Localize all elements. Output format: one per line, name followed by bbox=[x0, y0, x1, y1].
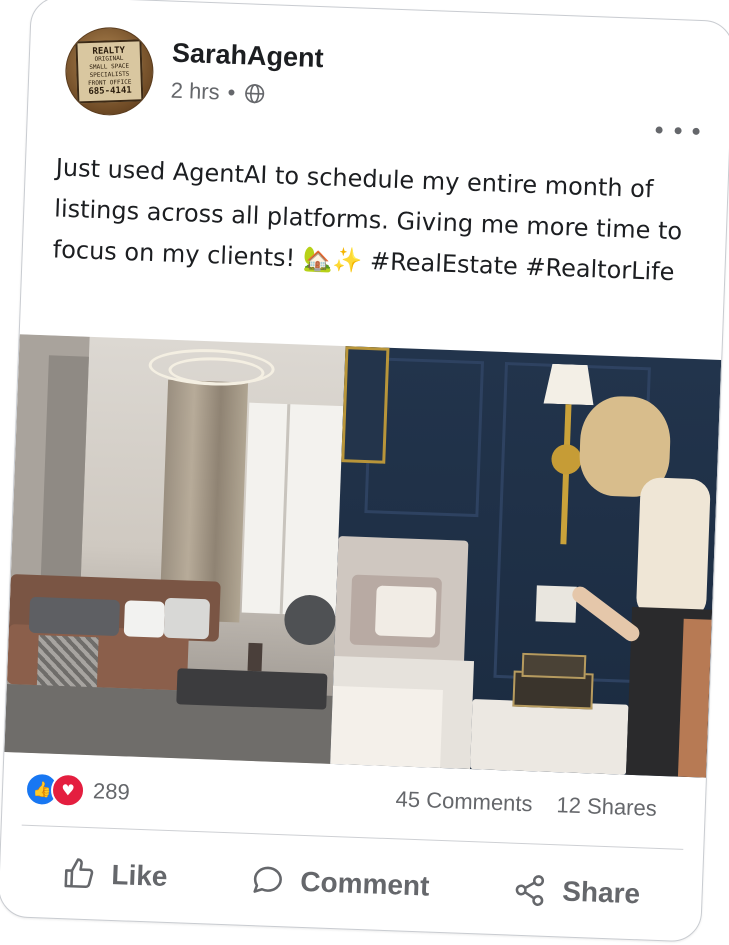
action-bar: Like Comment Share bbox=[19, 837, 683, 931]
thumbs-up-icon bbox=[63, 858, 93, 889]
meta-separator: • bbox=[227, 79, 236, 105]
post-header: REALTY ORIGINAL SMALL SPACE SPECIALISTS … bbox=[63, 25, 713, 146]
comment-bubble-icon bbox=[252, 866, 282, 893]
bedroom-photo[interactable] bbox=[330, 346, 722, 778]
comment-label: Comment bbox=[299, 865, 430, 902]
share-icon bbox=[515, 875, 544, 907]
post-text: Just used AgentAI to schedule my entire … bbox=[52, 153, 683, 287]
like-label: Like bbox=[110, 858, 169, 892]
avatar-sign: REALTY ORIGINAL SMALL SPACE SPECIALISTS … bbox=[75, 39, 144, 104]
shares-count[interactable]: 12 Shares bbox=[556, 792, 657, 822]
like-button[interactable]: Like bbox=[61, 856, 168, 894]
comment-button[interactable]: Comment bbox=[250, 863, 430, 904]
more-options-icon[interactable] bbox=[655, 119, 700, 141]
author-name[interactable]: SarahAgent bbox=[172, 38, 325, 75]
engagement-stats: 45 Comments 12 Shares bbox=[395, 786, 657, 822]
avatar-sign-text: 685-4141 bbox=[88, 85, 132, 98]
post-card: REALTY ORIGINAL SMALL SPACE SPECIALISTS … bbox=[0, 0, 729, 943]
post-photos[interactable] bbox=[4, 334, 722, 778]
reaction-count: 289 bbox=[92, 778, 131, 805]
post-time[interactable]: 2 hrs bbox=[170, 78, 220, 106]
share-label: Share bbox=[561, 875, 641, 910]
avatar[interactable]: REALTY ORIGINAL SMALL SPACE SPECIALISTS … bbox=[63, 25, 155, 117]
heart-reaction-icon: ♥ bbox=[50, 772, 86, 808]
post-meta: 2 hrs • bbox=[170, 78, 266, 107]
living-room-photo[interactable] bbox=[4, 334, 346, 764]
reaction-summary[interactable]: 👍 ♥ 289 bbox=[24, 769, 130, 813]
comments-count[interactable]: 45 Comments bbox=[395, 786, 533, 817]
globe-icon[interactable] bbox=[243, 82, 266, 105]
share-button[interactable]: Share bbox=[512, 873, 641, 912]
